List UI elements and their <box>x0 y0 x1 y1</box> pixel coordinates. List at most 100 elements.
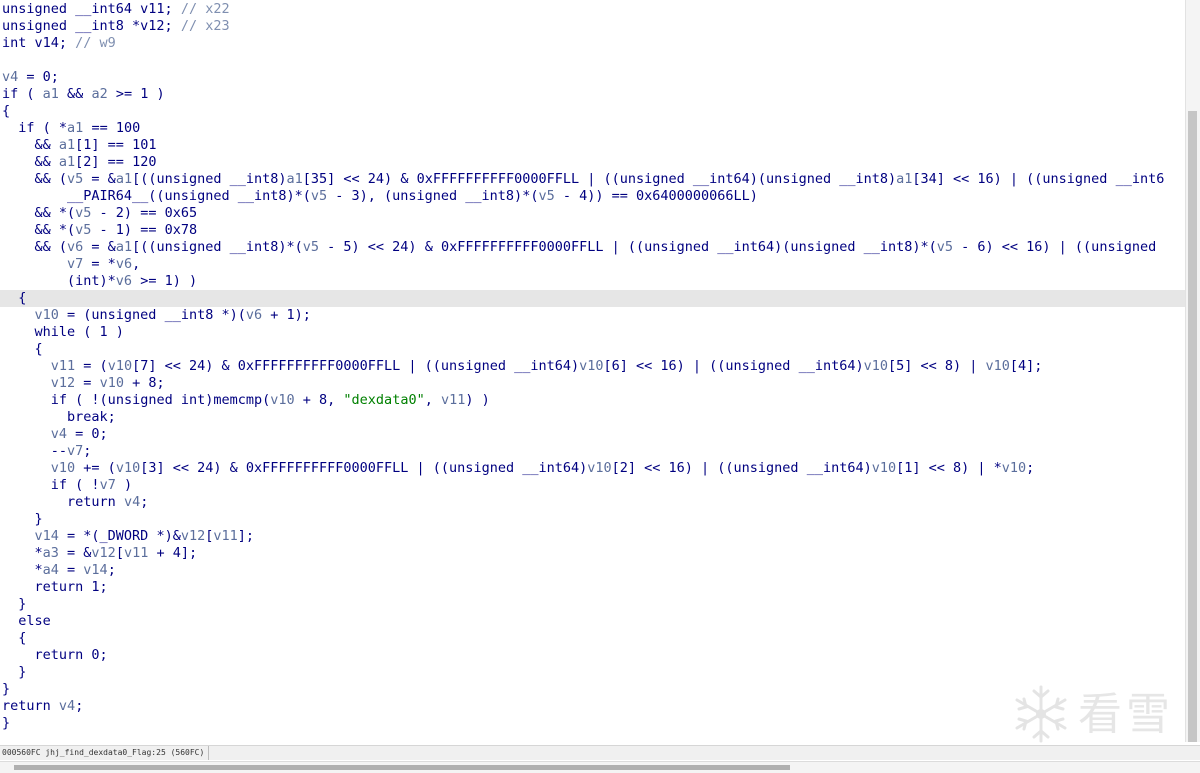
code-line[interactable]: { <box>0 103 1186 120</box>
code-token: + 8, <box>294 392 344 408</box>
code-line[interactable]: && (v6 = &a1[((unsigned __int8)*(v5 - 5)… <box>0 239 1186 256</box>
code-line[interactable]: v12 = v10 + 8; <box>0 375 1186 392</box>
code-token: - 4)) == 0x6400000066LL) <box>554 188 758 204</box>
code-token: [35] << 24) & 0xFFFFFFFFFF0000FFLL | ((u… <box>302 171 897 187</box>
code-line[interactable]: && (v5 = &a1[((unsigned __int8)a1[35] <<… <box>0 171 1186 188</box>
code-token: = & <box>83 239 116 255</box>
code-token: v7 <box>67 256 84 272</box>
code-token: 1; <box>83 579 108 595</box>
code-token: = <box>75 375 100 391</box>
code-line[interactable]: unsigned __int64 v11; // x22 <box>0 1 1186 18</box>
code-token: [2] << 16) | ((unsigned __int64) <box>611 460 872 476</box>
code-lines: unsigned __int64 v11; // x22 unsigned __i… <box>0 1 1186 732</box>
code-token: , <box>424 392 441 408</box>
code-line[interactable]: int v14; // w9 <box>0 35 1186 52</box>
pseudocode-window: unsigned __int64 v11; // x22 unsigned __i… <box>0 0 1200 773</box>
code-token: = *(_DWORD *)& <box>58 528 181 544</box>
code-line[interactable]: *a3 = &v12[v11 + 4]; <box>0 545 1186 562</box>
code-line[interactable]: unsigned __int8 *v12; // x23 <box>0 18 1186 35</box>
vertical-scrollbar[interactable] <box>1185 0 1200 742</box>
code-token: v12 <box>50 375 76 391</box>
code-line[interactable]: *a4 = v14; <box>0 562 1186 579</box>
code-line[interactable]: break; <box>0 409 1186 426</box>
code-line[interactable]: if ( !(unsigned int)memcmp(v10 + 8, "dex… <box>0 392 1186 409</box>
code-line[interactable]: { <box>0 630 1186 647</box>
code-token: } <box>2 681 11 697</box>
code-token: { <box>2 103 11 119</box>
code-token: a4 <box>42 562 59 578</box>
code-line[interactable]: { <box>0 341 1186 358</box>
pseudocode-view[interactable]: unsigned __int64 v11; // x22 unsigned __i… <box>0 0 1186 742</box>
code-token: v6 <box>115 273 133 289</box>
code-line[interactable]: } <box>0 596 1186 613</box>
code-token: "dexdata0" <box>343 392 425 408</box>
code-line[interactable]: && a1[1] == 101 <box>0 137 1186 154</box>
code-line[interactable]: if ( !v7 ) <box>0 477 1186 494</box>
code-token: ; <box>1026 460 1035 476</box>
code-line[interactable]: && *(v5 - 2) == 0x65 <box>0 205 1186 222</box>
code-line[interactable]: if ( *a1 == 100 <box>0 120 1186 137</box>
code-line[interactable]: } <box>0 664 1186 681</box>
horizontal-scrollbar[interactable] <box>0 761 1200 773</box>
code-token: = * <box>83 256 116 272</box>
code-token: return <box>2 698 51 714</box>
code-line[interactable]: v10 += (v10[3] << 24) & 0xFFFFFFFFFF0000… <box>0 460 1186 477</box>
code-line[interactable]: } <box>0 681 1186 698</box>
code-line[interactable]: && *(v5 - 1) == 0x78 <box>0 222 1186 239</box>
code-line[interactable]: return v4; <box>0 698 1186 715</box>
code-line[interactable]: && a1[2] == 120 <box>0 154 1186 171</box>
horizontal-scrollbar-thumb[interactable] <box>14 765 790 770</box>
code-line[interactable]: v7 = *v6, <box>0 256 1186 273</box>
code-token: ; <box>107 562 116 578</box>
code-line[interactable]: __PAIR64__((unsigned __int8)*(v5 - 3), (… <box>0 188 1186 205</box>
code-token: a1 <box>67 120 84 136</box>
code-token: v10 <box>863 358 888 374</box>
code-token: a1 <box>58 154 76 170</box>
code-line[interactable]: return v4; <box>0 494 1186 511</box>
code-token: = (unsigned __int8 *)( <box>58 307 246 323</box>
code-line[interactable] <box>0 52 1186 69</box>
code-token: v7 <box>67 443 84 459</box>
code-token: + 1); <box>262 307 311 323</box>
code-token: ( 1 ) <box>75 324 124 340</box>
code-token: ; <box>75 698 84 714</box>
code-token: } <box>2 715 11 731</box>
status-location: 000560FC jhj_find_dexdata0_Flag:25 (560F… <box>0 746 210 760</box>
vertical-scrollbar-thumb[interactable] <box>1188 111 1197 742</box>
code-token: a1 <box>286 171 303 187</box>
code-token: } <box>2 664 27 680</box>
code-token: = ( <box>75 358 108 374</box>
code-token: } <box>2 511 43 527</box>
code-line[interactable]: v4 = 0; <box>0 69 1186 86</box>
code-line[interactable]: return 0; <box>0 647 1186 664</box>
code-line[interactable]: v10 = (unsigned __int8 *)(v6 + 1); <box>0 307 1186 324</box>
code-line[interactable]: return 1; <box>0 579 1186 596</box>
code-token: v5 <box>310 188 328 204</box>
code-line[interactable]: while ( 1 ) <box>0 324 1186 341</box>
code-token: v5 <box>67 171 84 187</box>
code-line[interactable]: (int)*v6 >= 1) ) <box>0 273 1186 290</box>
code-token: v10 <box>107 358 133 374</box>
code-line[interactable]: } <box>0 511 1186 528</box>
code-line[interactable]: v4 = 0; <box>0 426 1186 443</box>
code-line[interactable]: } <box>0 715 1186 732</box>
code-line[interactable]: v14 = *(_DWORD *)&v12[v11]; <box>0 528 1186 545</box>
code-line[interactable]: { <box>0 290 1186 307</box>
code-token: v4 <box>58 698 76 714</box>
code-line[interactable]: --v7; <box>0 443 1186 460</box>
code-token: v11 <box>213 528 238 544</box>
code-line[interactable]: else <box>0 613 1186 630</box>
code-token: && <box>2 154 59 170</box>
code-token: * <box>2 562 43 578</box>
code-line[interactable]: if ( a1 && a2 >= 1 ) <box>0 86 1186 103</box>
code-line[interactable]: v11 = (v10[7] << 24) & 0xFFFFFFFFFF0000F… <box>0 358 1186 375</box>
code-token: += ( <box>75 460 116 476</box>
code-token: v5 <box>936 239 954 255</box>
